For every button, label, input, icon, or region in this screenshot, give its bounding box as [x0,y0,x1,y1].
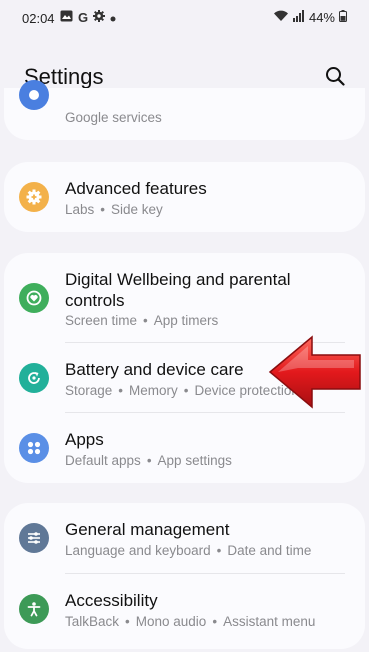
settings-item-title: Apps [65,430,104,449]
settings-item-apps[interactable]: Apps Default apps • App settings [4,413,365,483]
settings-item-title: Battery and device care [65,360,244,379]
settings-item-subtitle: Screen time • App timers [65,313,219,328]
settings-item-subtitle: Language and keyboard • Date and time [65,543,312,558]
battery-icon [339,10,347,25]
settings-item-title: General management [65,520,230,539]
settings-card-advanced: Advanced features Labs • Side key [4,162,365,232]
apps-grid-icon [19,433,49,463]
google-icon [19,80,49,110]
red-pointer-arrow-icon [268,335,361,409]
status-time: 02:04 [22,11,55,26]
settings-card-google: Google services [4,80,365,140]
refresh-icon [19,363,49,393]
notification-dot-icon [110,10,116,25]
status-bar: 02:04 G 44% [0,0,369,36]
settings-item-accessibility[interactable]: Accessibility TalkBack • Mono audio • Assist… [4,574,365,644]
settings-card-general: General management Language and keyboard… [4,503,365,649]
settings-item-subtitle: Storage • Memory • Device protection [65,383,299,398]
battery-percent: 44% [308,10,335,25]
search-icon [325,66,345,91]
heart-circle-icon [19,283,49,313]
signal-icon [292,10,305,25]
settings-item-subtitle: Default apps • App settings [65,453,232,468]
google-icon: G [78,10,89,25]
settings-item-general-management[interactable]: General management Language and keyboard… [4,503,365,573]
gear-icon [93,10,106,25]
gear-plus-icon [19,182,49,212]
gallery-icon [60,10,73,25]
settings-item-advanced-features[interactable]: Advanced features Labs • Side key [4,162,365,232]
settings-item-title: Accessibility [65,591,158,610]
settings-item-subtitle: Labs • Side key [65,202,163,217]
settings-item-google[interactable]: Google services [4,80,365,140]
accessibility-icon [19,594,49,624]
settings-item-title: Advanced features [65,179,207,198]
settings-item-title: Digital Wellbeing and parental controls [65,270,291,310]
wifi-icon [273,10,289,25]
settings-item-subtitle: Google services [65,110,162,125]
settings-item-digital-wellbeing[interactable]: Digital Wellbeing and parental controls S… [4,253,365,341]
settings-item-subtitle: TalkBack • Mono audio • Assistant menu [65,614,316,629]
sliders-icon [19,523,49,553]
